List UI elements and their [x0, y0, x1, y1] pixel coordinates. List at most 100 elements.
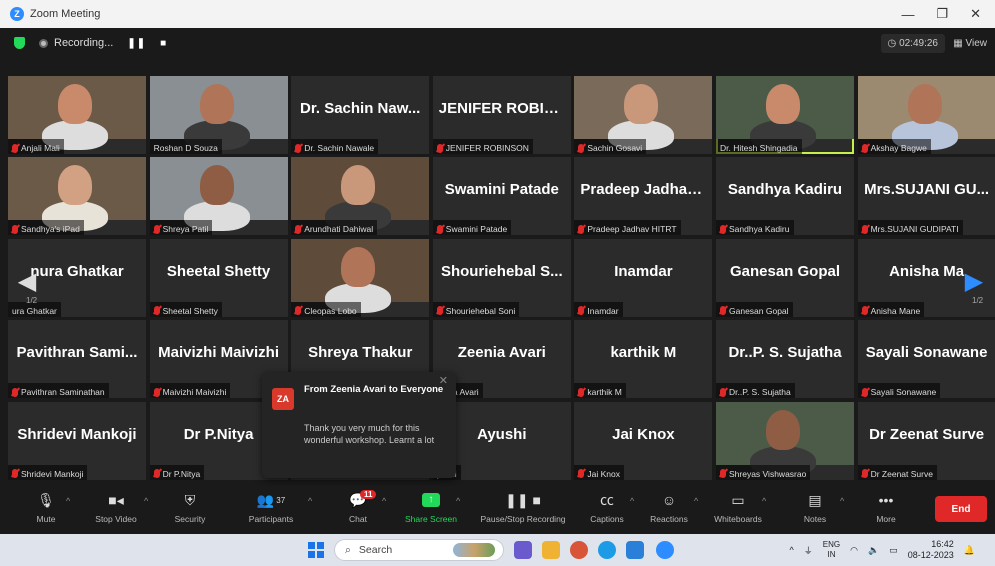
taskview-icon[interactable] — [514, 541, 532, 559]
system-tray: ^ ⏚ ENG IN ◠ 🔈 ▭ 16:42 08-12-2023 🔔 — [790, 539, 975, 561]
maximize-button[interactable]: ❐ — [936, 6, 948, 22]
participant-tile[interactable]: Roshan D Souza — [149, 76, 288, 154]
participant-name-label: Shridevi Mankoji — [8, 464, 88, 480]
participant-tile[interactable]: Akshay Bagwe — [857, 76, 995, 154]
close-popup-icon[interactable]: ✕ — [439, 374, 448, 387]
participant-tile[interactable]: karthik M karthik M — [574, 320, 713, 399]
share-screen-button[interactable]: ↑ Share Screen ^ — [400, 490, 462, 524]
security-shield-icon[interactable] — [14, 37, 25, 49]
participant-tile[interactable]: Swamini Patade Swamini Patade — [432, 157, 571, 236]
captions-caret-icon[interactable]: ^ — [630, 496, 634, 506]
chrome-icon[interactable] — [570, 541, 588, 559]
participant-name-text: Sachin Gosavi — [587, 143, 643, 153]
participant-tile[interactable]: Sachin Gosavi — [574, 76, 713, 154]
video-options-caret-icon[interactable]: ^ — [144, 496, 148, 506]
pause-stop-recording-button[interactable]: ❚❚ ■ Pause/Stop Recording — [474, 490, 572, 525]
participant-name-text: Ganesan Gopal — [729, 305, 789, 316]
captions-button[interactable]: ㏄ Captions ^ — [586, 490, 634, 524]
taskbar-clock[interactable]: 16:42 08-12-2023 — [908, 539, 954, 561]
search-icon: ⌕ — [345, 543, 351, 556]
chat-button[interactable]: 💬 Chat 11 ^ — [338, 490, 386, 524]
file-explorer-icon[interactable] — [542, 541, 560, 559]
volume-icon[interactable]: 🔈 — [868, 545, 879, 556]
security-button[interactable]: ⛨ Security — [168, 490, 212, 525]
participant-name-label: Akshay Bagwe — [857, 139, 931, 154]
participant-tile[interactable]: Mrs.SUJANI GU... Mrs.SUJANI GUDIPATI — [857, 157, 995, 236]
muted-mic-icon — [578, 387, 585, 397]
participant-tile[interactable]: Jai Knox Jai Knox — [574, 401, 713, 480]
participant-name-text: Dr P.Nitya — [162, 468, 201, 479]
more-button[interactable]: ••• More — [868, 490, 904, 524]
participant-tile[interactable]: Sandhya's iPad — [8, 157, 146, 236]
participant-video — [149, 157, 288, 232]
participant-display-name: Shreya Thakur — [308, 344, 413, 362]
participants-button[interactable]: 👥 37 Participants ^ — [240, 490, 312, 525]
participant-name-label: Anisha Mane — [857, 301, 925, 317]
view-button[interactable]: ▦ View — [949, 34, 991, 53]
mute-options-caret-icon[interactable]: ^ — [66, 496, 70, 506]
chat-caret-icon[interactable]: ^ — [382, 496, 386, 506]
participant-display-name: Mrs.SUJANI GU... — [864, 181, 990, 199]
participant-display-name: Sandhya Kadiru — [727, 181, 843, 199]
mute-button[interactable]: 🎙 Mute ^ — [28, 490, 71, 525]
reactions-caret-icon[interactable]: ^ — [694, 496, 698, 506]
wifi-icon[interactable]: ◠ — [850, 545, 858, 556]
participant-name-label: Shreyas Vishwasrao — [716, 464, 811, 480]
participant-tile[interactable]: Sayali Sonawane Sayali Sonawane — [857, 320, 995, 399]
participant-tile[interactable]: Anjali Mali — [8, 76, 146, 154]
participant-name-text: Dr. Sachin Nawale — [304, 143, 375, 153]
participant-tile[interactable]: Sheetal Shetty Sheetal Shetty — [149, 238, 288, 317]
notes-caret-icon[interactable]: ^ — [840, 496, 844, 506]
video-camera-icon: ■◂ — [108, 491, 124, 508]
participants-icon: 👥 37 — [256, 491, 286, 508]
participant-tile[interactable]: Inamdar Inamdar — [574, 238, 713, 317]
notes-button[interactable]: ▤ Notes ^ — [798, 490, 844, 525]
end-meeting-button[interactable]: End — [935, 496, 987, 522]
participant-tile[interactable]: Dr. Sachin Naw... Dr. Sachin Nawale — [291, 76, 430, 154]
participant-tile[interactable]: Shreya Patil — [149, 157, 288, 236]
security-icon: ⛨ — [184, 491, 196, 508]
zoom-taskbar-icon[interactable] — [656, 541, 674, 559]
minimize-button[interactable]: — — [901, 7, 914, 22]
stop-recording-button[interactable]: ■ — [160, 38, 167, 49]
edge-icon[interactable] — [598, 541, 616, 559]
language-indicator[interactable]: ENG IN — [823, 540, 840, 560]
participant-tile[interactable]: Dr Zeenat Surve Dr Zeenat Surve — [857, 401, 995, 480]
pause-recording-button[interactable]: ❚❚ — [127, 38, 146, 49]
windows-start-icon[interactable] — [308, 542, 324, 558]
participant-tile[interactable]: Shreyas Vishwasrao — [716, 401, 854, 480]
whiteboards-button[interactable]: ▭ Whiteboards ^ — [708, 490, 768, 525]
share-caret-icon[interactable]: ^ — [456, 496, 460, 506]
participants-caret-icon[interactable]: ^ — [308, 496, 312, 506]
participant-face — [199, 84, 234, 124]
participant-tile[interactable]: Dr..P. S. Sujatha Dr..P. S. Sujatha — [716, 320, 854, 399]
battery-icon[interactable]: ▭ — [889, 545, 898, 556]
participant-tile[interactable]: Sandhya Kadiru Sandhya Kadiru — [716, 157, 854, 236]
participant-tile[interactable]: Cleopas Lobo — [291, 238, 430, 317]
participant-tile[interactable]: Ganesan Gopal Ganesan Gopal — [716, 238, 854, 317]
muted-mic-icon — [436, 224, 443, 234]
previous-page-arrow-icon[interactable]: ◀ — [14, 262, 40, 300]
store-icon[interactable] — [626, 541, 644, 559]
participant-tile[interactable]: Pavithran Sami... Pavithran Saminathan — [8, 320, 146, 399]
next-page-arrow-icon[interactable]: ▶ — [961, 262, 987, 300]
participant-tile[interactable]: Pradeep Jadhav... Pradeep Jadhav HITRT — [574, 157, 713, 236]
participant-tile[interactable]: Shridevi Mankoji Shridevi Mankoji — [8, 401, 146, 480]
participant-display-name: Swamini Patade — [444, 181, 559, 199]
notification-bell-icon[interactable]: 🔔 — [964, 545, 975, 556]
chat-notification-popup[interactable]: ZA From Zeenia Avari to Everyone Thank y… — [262, 372, 456, 478]
reactions-button[interactable]: ☺ Reactions ^ — [646, 490, 698, 524]
participant-name-label: Sheetal Shetty — [149, 301, 222, 317]
close-button[interactable]: ✕ — [970, 6, 981, 22]
whiteboards-caret-icon[interactable]: ^ — [762, 496, 766, 506]
participant-tile[interactable]: Dr. Hitesh Shingadia — [716, 76, 854, 154]
participant-tile[interactable]: Arundhati Dahiwal — [291, 157, 430, 236]
participant-tile[interactable]: Shouriehebal S... Shouriehebal Soni — [432, 238, 571, 317]
microphone-icon: 🎙 — [37, 491, 55, 508]
participant-tile[interactable]: JENIFER ROBIN... JENIFER ROBINSON — [432, 76, 571, 154]
tray-expand-icon[interactable]: ^ — [790, 545, 794, 555]
participant-video — [149, 76, 288, 150]
stop-video-button[interactable]: ■◂ Stop Video ^ — [86, 490, 148, 525]
zoom-logo-icon: Z — [10, 7, 24, 21]
taskbar-search-box[interactable]: ⌕ Search — [334, 539, 504, 561]
